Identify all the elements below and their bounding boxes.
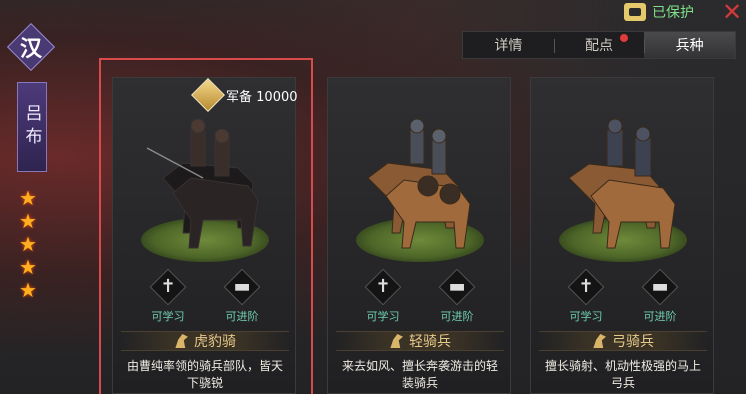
- skill-learn[interactable]: ✝ 可学习: [143, 268, 193, 324]
- troop-name: 弓骑兵: [612, 334, 654, 350]
- skill-advance-label: 可进阶: [225, 310, 259, 323]
- tab-details[interactable]: 详情: [463, 32, 554, 58]
- close-icon[interactable]: ✕: [720, 0, 744, 24]
- troop-name: 虎豹骑: [194, 334, 236, 350]
- supply-label: 军备 10000: [226, 89, 298, 105]
- horse-icon: [390, 334, 403, 348]
- skill-learn[interactable]: ✝ 可学习: [358, 268, 408, 324]
- star-icon: ★: [19, 209, 37, 233]
- star-icon: ★: [19, 186, 37, 210]
- skill-advance[interactable]: ▬ 可进阶: [432, 268, 482, 324]
- horse-icon: [175, 334, 188, 348]
- star-icon: ★: [19, 255, 37, 279]
- hero-name: 吕布: [17, 82, 47, 172]
- tab-label: 兵种: [675, 38, 704, 54]
- skill-learn-label: 可学习: [569, 310, 603, 323]
- troop-description: 由曹纯率领的骑兵部队，皆天下骁锐: [126, 359, 283, 390]
- sword-glyph: ✝: [160, 276, 176, 297]
- troop-card-light-cavalry[interactable]: ✝ 可学习 ▬ 可进阶 轻骑兵 来去如风、擅长奔袭游击的轻装骑兵: [327, 77, 511, 394]
- alert-dot: [620, 34, 629, 42]
- sword-glyph: ✝: [578, 276, 594, 297]
- sword-glyph: ✝: [375, 276, 391, 297]
- troop-type-bar: 轻骑兵: [336, 331, 504, 351]
- star-icon: ★: [19, 278, 37, 302]
- troop-name: 轻骑兵: [409, 334, 451, 350]
- skill-advance[interactable]: ▬ 可进阶: [635, 268, 685, 324]
- skill-learn-label: 可学习: [151, 310, 185, 323]
- skill-learn-label: 可学习: [366, 310, 400, 323]
- tab-label: 详情: [494, 38, 523, 54]
- supply-badge: 军备 10000: [191, 78, 298, 112]
- troop-type-bar: 虎豹骑: [121, 331, 289, 351]
- cavalry-illustration: [146, 118, 259, 249]
- protect-status[interactable]: 已保护: [624, 2, 694, 22]
- skill-row: ✝ 可学习 ▬ 可进阶: [328, 268, 512, 324]
- troop-card-tiger-leopard[interactable]: ✝ 可学习 ▬ 可进阶 虎豹骑 由曹纯率领的骑兵部队，皆天下骁锐: [112, 77, 296, 394]
- shield-lock-icon: [624, 3, 646, 21]
- skill-learn[interactable]: ✝ 可学习: [561, 268, 611, 324]
- cavalry-illustration: [568, 118, 676, 249]
- tab-points[interactable]: 配点: [553, 32, 645, 58]
- supply-icon: [191, 78, 225, 112]
- faction-label: 汉: [19, 37, 42, 62]
- tab-troop-type[interactable]: 兵种: [644, 32, 736, 58]
- troop-card-horse-archer[interactable]: ✝ 可学习 ▬ 可进阶 弓骑兵 擅长骑射、机动性极强的马上弓兵: [530, 77, 714, 394]
- protect-label: 已保护: [652, 5, 694, 21]
- skill-advance-label: 可进阶: [440, 310, 474, 323]
- hero-stars: ★ ★ ★ ★ ★: [18, 188, 38, 300]
- skill-row: ✝ 可学习 ▬ 可进阶: [113, 268, 297, 324]
- skill-advance[interactable]: ▬ 可进阶: [217, 268, 267, 324]
- troop-description: 擅长骑射、机动性极强的马上弓兵: [544, 359, 701, 390]
- skill-row: ✝ 可学习 ▬ 可进阶: [531, 268, 715, 324]
- troop-type-bar: 弓骑兵: [539, 331, 707, 351]
- skill-advance-label: 可进阶: [643, 310, 677, 323]
- horse-icon: [593, 334, 606, 348]
- tab-bar: 详情 配点 兵种: [462, 31, 736, 59]
- anvil-glyph: ▬: [233, 276, 251, 297]
- anvil-glyph: ▬: [651, 276, 669, 297]
- troop-description: 来去如风、擅长奔袭游击的轻装骑兵: [341, 359, 498, 390]
- tab-label: 配点: [585, 38, 613, 54]
- cavalry-illustration: [367, 118, 471, 249]
- anvil-glyph: ▬: [448, 276, 466, 297]
- star-icon: ★: [19, 232, 37, 256]
